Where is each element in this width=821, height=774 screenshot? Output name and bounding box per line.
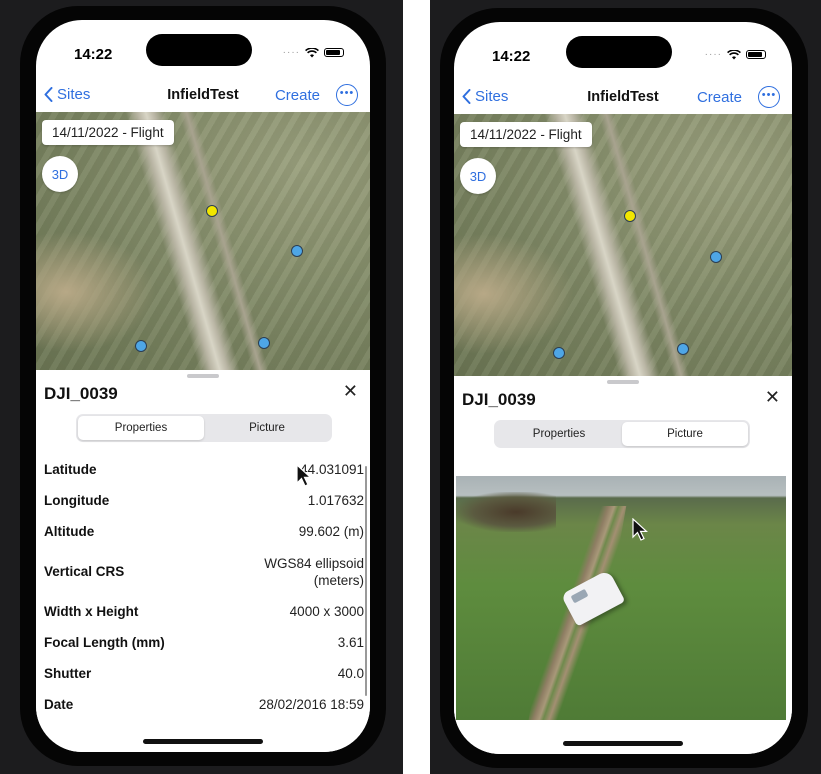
flight-date-chip[interactable]: 14/11/2022 - Flight [460, 122, 592, 147]
sheet-grabber[interactable] [187, 374, 219, 378]
wifi-icon [305, 47, 319, 57]
tab-picture[interactable]: Picture [204, 416, 330, 440]
right-device-panel: 14:22 ···· Sites InfieldTest Create ••• … [430, 0, 821, 774]
photo-details-sheet: DJI_0039 ✕ Properties Picture Latitude 4… [36, 370, 370, 752]
property-value-line: (meters) [313, 572, 364, 588]
property-value: 40.0 [337, 666, 364, 681]
tab-properties[interactable]: Properties [496, 422, 622, 446]
property-value: 28/02/2016 18:59 [258, 697, 364, 712]
navigation-bar: Sites InfieldTest Create ••• [36, 78, 370, 112]
drone-photo [456, 476, 786, 720]
property-label: Shutter [44, 666, 92, 681]
property-row: Focal Length (mm) 3.61 [44, 627, 364, 658]
home-indicator[interactable] [143, 739, 263, 744]
flight-date-chip[interactable]: 14/11/2022 - Flight [42, 120, 174, 145]
3d-toggle-button[interactable]: 3D [42, 156, 78, 192]
property-label: Vertical CRS [44, 564, 125, 579]
property-value: 3.61 [337, 635, 364, 650]
sheet-title: DJI_0039 [462, 390, 536, 409]
mouse-cursor-icon [632, 518, 648, 541]
property-row: Latitude 44.031091 [44, 454, 364, 485]
property-value: 4000 x 3000 [289, 604, 364, 619]
navigation-bar: Sites InfieldTest Create ••• [454, 80, 792, 114]
photo-marker[interactable] [710, 251, 722, 263]
tab-picture[interactable]: Picture [622, 422, 748, 446]
property-label: Width x Height [44, 604, 139, 619]
property-value: WGS84 ellipsoid (meters) [264, 555, 364, 589]
dynamic-island [146, 34, 252, 66]
sheet-title: DJI_0039 [44, 384, 118, 403]
tab-properties[interactable]: Properties [78, 416, 204, 440]
status-time: 14:22 [74, 46, 113, 63]
property-label: Focal Length (mm) [44, 635, 165, 650]
property-label: Date [44, 697, 74, 712]
segmented-control: Properties Picture [76, 414, 332, 442]
battery-icon [746, 50, 766, 59]
property-label: Altitude [44, 524, 95, 539]
phone-screen: 14:22 ···· Sites InfieldTest Create ••• … [36, 20, 370, 752]
mouse-cursor-icon [296, 464, 312, 487]
map-view[interactable]: 14/11/2022 - Flight 3D [454, 114, 792, 376]
photo-marker-selected[interactable] [624, 210, 636, 222]
phone-screen: 14:22 ···· Sites InfieldTest Create ••• … [454, 22, 792, 754]
create-button[interactable]: Create [697, 89, 742, 106]
ellipsis-icon: ••• [339, 86, 355, 99]
dynamic-island [566, 36, 672, 68]
property-value-line: WGS84 ellipsoid [264, 555, 364, 571]
photo-marker[interactable] [291, 245, 303, 257]
sheet-grabber[interactable] [607, 380, 639, 384]
status-icons: ···· [283, 47, 344, 58]
close-icon[interactable]: ✕ [343, 382, 358, 400]
phone-frame: 14:22 ···· Sites InfieldTest Create ••• … [440, 8, 808, 768]
property-value: 1.017632 [307, 493, 364, 508]
create-button[interactable]: Create [275, 87, 320, 104]
photo-hedge [456, 492, 556, 532]
property-row: Vertical CRS WGS84 ellipsoid (meters) [44, 547, 364, 596]
signal-dots-icon: ···· [282, 47, 300, 58]
signal-dots-icon: ···· [704, 49, 722, 60]
property-row: Date 28/02/2016 18:59 [44, 689, 364, 720]
photo-marker[interactable] [553, 347, 565, 359]
properties-list: Latitude 44.031091 Longitude 1.017632 Al… [44, 454, 364, 720]
photo-marker[interactable] [258, 337, 270, 349]
more-options-button[interactable]: ••• [336, 84, 358, 106]
phone-frame: 14:22 ···· Sites InfieldTest Create ••• … [20, 6, 386, 766]
property-value: 99.602 (m) [298, 524, 364, 539]
property-label: Longitude [44, 493, 110, 508]
property-row: Altitude 99.602 (m) [44, 516, 364, 547]
segmented-control: Properties Picture [494, 420, 750, 448]
left-device-panel: 14:22 ···· Sites InfieldTest Create ••• … [0, 0, 403, 774]
photo-marker[interactable] [677, 343, 689, 355]
close-icon[interactable]: ✕ [765, 388, 780, 406]
property-row: Longitude 1.017632 [44, 485, 364, 516]
property-row: Shutter 40.0 [44, 658, 364, 689]
property-row: Width x Height 4000 x 3000 [44, 596, 364, 627]
map-view[interactable]: 14/11/2022 - Flight 3D [36, 112, 370, 370]
ellipsis-icon: ••• [761, 88, 777, 101]
scroll-indicator[interactable] [364, 466, 367, 696]
photo-marker[interactable] [135, 340, 147, 352]
status-time: 14:22 [492, 48, 531, 65]
photo-details-sheet: DJI_0039 ✕ Properties Picture [454, 376, 792, 754]
3d-toggle-button[interactable]: 3D [460, 158, 496, 194]
battery-icon [324, 48, 344, 57]
status-bar: 14:22 ···· [454, 22, 792, 78]
property-label: Latitude [44, 462, 97, 477]
more-options-button[interactable]: ••• [758, 86, 780, 108]
home-indicator[interactable] [563, 741, 683, 746]
wifi-icon [727, 49, 741, 59]
photo-marker-selected[interactable] [206, 205, 218, 217]
status-icons: ···· [705, 49, 766, 60]
status-bar: 14:22 ···· [36, 20, 370, 76]
